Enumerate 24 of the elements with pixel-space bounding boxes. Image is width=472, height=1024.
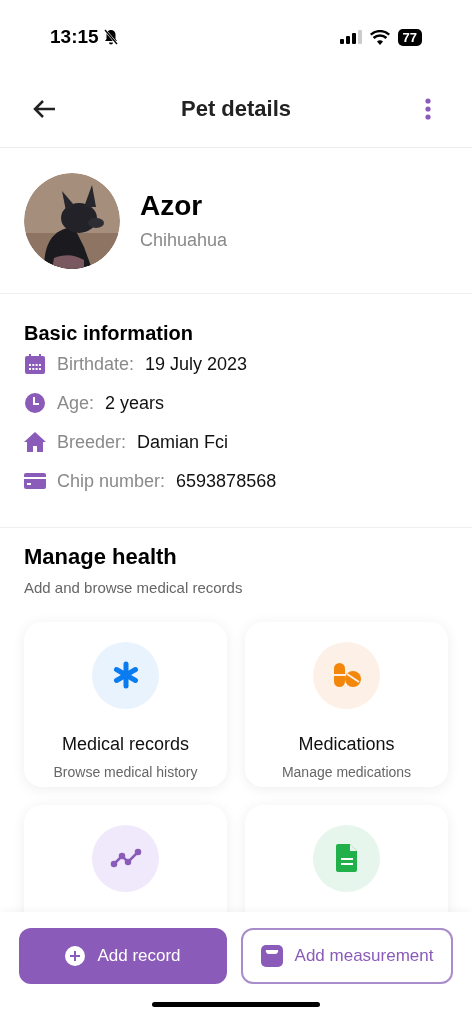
info-value: Damian Fci — [137, 430, 229, 454]
info-label: Chip number: — [57, 469, 166, 493]
info-value: 19 July 2023 — [145, 352, 248, 376]
section-title: Manage health — [24, 543, 178, 571]
card-subtitle: Manage medications — [281, 762, 412, 782]
pet-name: Azor — [140, 188, 204, 223]
health-card[interactable]: Medications Manage medications — [245, 621, 448, 787]
add-measurement-button[interactable]: Add measurement — [241, 928, 453, 984]
pet-breed: Chihuahua — [140, 228, 228, 252]
add-record-button[interactable]: Add record — [19, 928, 227, 984]
section-subtitle: Add and browse medical records — [24, 578, 244, 598]
card-subtitle: Browse medical history — [53, 762, 198, 782]
battery-level: 77 — [397, 28, 422, 46]
status-time: 13:15 — [50, 24, 99, 49]
info-label: Age: — [57, 391, 95, 415]
info-value: 2 years — [105, 391, 165, 415]
health-card[interactable]: Medical records Browse medical history — [24, 621, 227, 787]
page-title: Pet details — [180, 95, 291, 123]
info-value: 6593878568 — [176, 469, 277, 493]
card-title: Medical records — [61, 732, 189, 756]
info-label: Breeder: — [57, 430, 127, 454]
card-title: Medications — [298, 732, 395, 756]
info-label: Birthdate: — [57, 352, 135, 376]
section-title: Basic information — [24, 321, 194, 346]
